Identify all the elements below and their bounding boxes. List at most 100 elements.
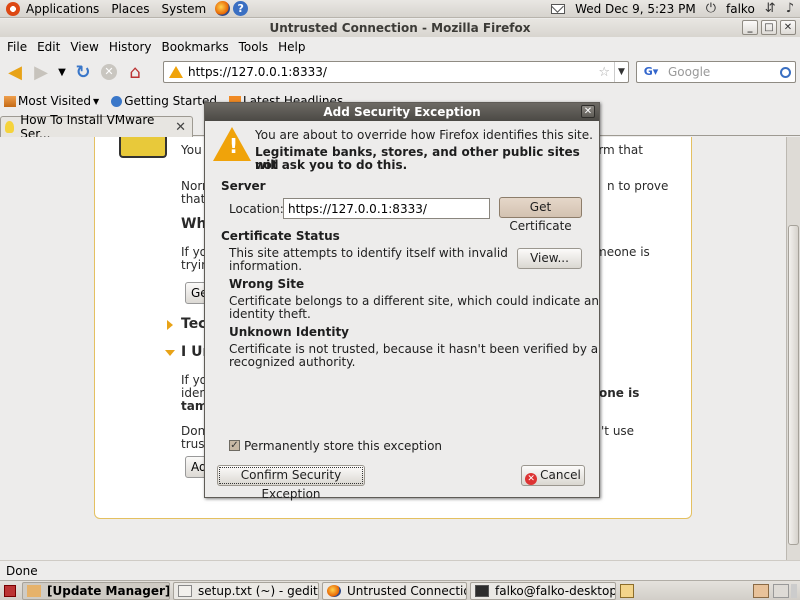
help-launcher-icon[interactable]: ? (233, 1, 249, 16)
lightbulb-icon (5, 121, 15, 133)
task-update-manager[interactable]: [Update Manager] (22, 581, 170, 600)
window-title: Untrusted Connection - Mozilla Firefox (269, 21, 531, 35)
navigation-toolbar: ◀ ▶ ▼ ↻ ✕ ⌂ https://127.0.0.1:8333/ ☆ ▼ … (0, 58, 800, 86)
power-icon[interactable]: ⏻ (706, 1, 716, 16)
collapse-triangle-icon[interactable] (165, 350, 175, 356)
page-text: 't use (601, 424, 635, 438)
terminal-icon (475, 584, 489, 597)
system-menu[interactable]: System (155, 0, 212, 18)
menu-bookmarks[interactable]: Bookmarks (157, 40, 234, 54)
search-bar[interactable]: G▾ Google (636, 61, 796, 83)
volume-icon[interactable]: ♪ (786, 1, 794, 16)
dialog-title: Add Security Exception (323, 105, 481, 119)
user-name[interactable]: falko (726, 2, 755, 16)
update-manager-icon (27, 584, 41, 597)
menu-history[interactable]: History (104, 40, 157, 54)
store-exception-label[interactable]: Permanently store this exception (244, 439, 442, 453)
bookmark-most-visited[interactable]: Most Visited ▼ (4, 94, 99, 108)
history-dropdown-icon[interactable]: ▼ (56, 61, 68, 83)
bookmark-label: Most Visited (18, 94, 92, 108)
page-heading[interactable]: Tec (181, 316, 206, 332)
maximize-button[interactable]: □ (761, 20, 777, 35)
server-heading: Server (221, 179, 266, 193)
folder-icon (4, 95, 16, 107)
url-text: https://127.0.0.1:8333/ (188, 65, 327, 79)
window-titlebar[interactable]: Untrusted Connection - Mozilla Firefox _… (0, 19, 800, 37)
trash-icon[interactable] (791, 583, 797, 598)
close-window-button[interactable]: ✕ (780, 20, 796, 35)
stop-button[interactable]: ✕ (98, 61, 120, 83)
bookmark-getting-started[interactable]: Getting Started (111, 94, 217, 108)
menu-help[interactable]: Help (273, 40, 310, 54)
firefox-icon (327, 584, 341, 597)
show-desktop-icon[interactable] (4, 584, 16, 597)
vertical-scrollbar[interactable] (786, 137, 800, 560)
text-editor-icon (178, 584, 192, 597)
task-firefox[interactable]: Untrusted Connectio... (322, 581, 467, 600)
tab-vmware[interactable]: How To Install VMware Ser... ✕ (0, 113, 193, 141)
task-terminal[interactable]: falko@falko-desktop:... (470, 581, 616, 600)
task-label: falko@falko-desktop:... (495, 583, 615, 598)
chevron-down-icon: ▼ (93, 96, 100, 106)
dialog-close-button[interactable]: ✕ (581, 105, 595, 118)
places-menu[interactable]: Places (105, 0, 155, 18)
task-gedit[interactable]: setup.txt (~) - gedit (173, 581, 319, 600)
dialog-intro: You are about to override how Firefox id… (255, 128, 593, 142)
unknown-identity-heading: Unknown Identity (229, 325, 350, 339)
applications-menu[interactable]: Applications (0, 0, 105, 18)
google-engine-icon[interactable]: G▾ (640, 64, 662, 80)
top-panel: Applications Places System ? Wed Dec 9, … (0, 0, 800, 18)
task-label: Untrusted Connectio... (347, 583, 466, 598)
page-text: irm that (595, 143, 643, 157)
certificate-status-heading: Certificate Status (221, 229, 340, 243)
firefox-page-icon (111, 95, 123, 107)
clock[interactable]: Wed Dec 9, 5:23 PM (575, 2, 696, 16)
network-icon[interactable]: ⇵ (765, 1, 776, 16)
page-text: meone is (595, 245, 650, 259)
home-icon[interactable]: ⌂ (124, 61, 146, 83)
url-dropdown-icon[interactable]: ▼ (614, 62, 628, 82)
cancel-button[interactable]: ✕ Cancel (521, 465, 585, 486)
menu-tools[interactable]: Tools (234, 40, 274, 54)
location-input[interactable] (283, 198, 490, 219)
status-bar: Done (0, 560, 800, 579)
task-label: setup.txt (~) - gedit (198, 583, 318, 598)
search-placeholder: Google (668, 65, 711, 79)
warning-triangle-icon: ! (213, 127, 251, 161)
menu-file[interactable]: File (2, 40, 32, 54)
location-label: Location: (229, 202, 284, 216)
ubuntu-logo-icon (6, 1, 20, 16)
warning-icon (169, 66, 183, 78)
close-tab-icon[interactable]: ✕ (175, 120, 186, 135)
store-exception-checkbox[interactable]: ✓ (229, 440, 240, 451)
bookmark-star-icon[interactable]: ☆ (598, 65, 614, 80)
mail-icon[interactable] (551, 3, 566, 14)
firefox-launcher-icon[interactable] (215, 1, 231, 16)
back-arrow-icon[interactable]: ◀ (4, 61, 26, 83)
minimize-button[interactable]: _ (742, 20, 758, 35)
forward-arrow-icon[interactable]: ▶ (30, 61, 52, 83)
search-icon[interactable] (780, 66, 791, 78)
page-text: one is (599, 386, 640, 400)
menu-edit[interactable]: Edit (32, 40, 65, 54)
menu-view[interactable]: View (65, 40, 103, 54)
page-text: n to prove (607, 179, 669, 193)
applications-label: Applications (26, 1, 100, 16)
scrollbar-thumb[interactable] (788, 225, 799, 545)
get-certificate-button[interactable]: Get Certificate (499, 197, 582, 233)
notification-icon[interactable] (620, 583, 634, 598)
reload-icon[interactable]: ↻ (72, 61, 94, 83)
wrong-site-heading: Wrong Site (229, 277, 305, 291)
system-label: System (161, 1, 207, 16)
url-bar[interactable]: https://127.0.0.1:8333/ ☆ ▼ (163, 61, 629, 83)
dialog-titlebar[interactable]: Add Security Exception ✕ (205, 103, 599, 121)
status-text: Done (6, 564, 38, 578)
view-certificate-button[interactable]: View... (517, 248, 582, 269)
bottom-taskbar: [Update Manager] setup.txt (~) - gedit U… (0, 580, 800, 600)
workspace-switcher-2[interactable] (773, 583, 789, 598)
cancel-icon: ✕ (525, 473, 538, 485)
cancel-label: Cancel (540, 468, 581, 482)
expand-triangle-icon[interactable] (167, 320, 173, 330)
confirm-security-exception-button[interactable]: Confirm Security Exception (217, 465, 365, 501)
workspace-switcher-1[interactable] (753, 583, 769, 598)
